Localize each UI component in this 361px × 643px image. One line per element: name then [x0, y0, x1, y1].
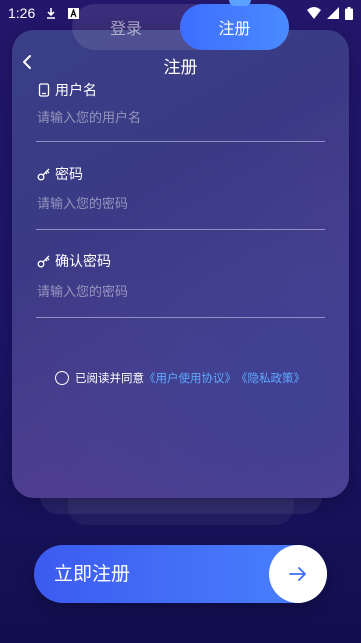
agreement-prefix: 已阅读并同意: [75, 371, 144, 385]
page-title: 注册: [163, 58, 198, 78]
signal-icon: [327, 7, 339, 19]
username-underline: [36, 141, 325, 142]
agreement-checkbox[interactable]: [55, 371, 69, 385]
tab-highlight-decoration: [229, 0, 251, 6]
status-right-icons: [307, 6, 353, 20]
arrow-right-button[interactable]: [269, 545, 327, 603]
confirm-password-underline: [36, 317, 325, 318]
password-label-text: 密码: [55, 167, 83, 183]
download-icon: [45, 7, 57, 19]
register-submit-button[interactable]: 立即注册: [34, 545, 327, 603]
register-submit-label: 立即注册: [54, 563, 131, 585]
username-label: 用户名: [37, 80, 97, 100]
confirm-password-input[interactable]: [37, 278, 325, 306]
username-input[interactable]: [37, 104, 325, 132]
tab-register[interactable]: 注册: [180, 4, 289, 50]
wifi-icon: [307, 7, 321, 19]
password-underline: [36, 229, 325, 230]
user-agreement-link[interactable]: 《用户使用协议》: [144, 370, 236, 386]
battery-icon: [345, 6, 353, 20]
password-label: 密码: [37, 164, 83, 184]
key-icon: [37, 167, 51, 181]
confirm-password-label-text: 确认密码: [55, 254, 111, 270]
auth-tab-switcher: 登录 注册: [72, 4, 289, 50]
password-input[interactable]: [37, 190, 325, 218]
privacy-policy-link[interactable]: 《隐私政策》: [236, 370, 305, 386]
key-icon: [37, 254, 51, 268]
tab-login[interactable]: 登录: [72, 4, 180, 50]
agreement-row: 已阅读并同意 《用户使用协议》 《隐私政策》: [55, 370, 305, 386]
status-time: 1:26: [8, 5, 36, 21]
confirm-password-label: 确认密码: [37, 251, 111, 271]
username-label-text: 用户名: [55, 83, 97, 99]
phone-icon: [37, 83, 51, 97]
arrow-right-icon: [289, 567, 306, 581]
